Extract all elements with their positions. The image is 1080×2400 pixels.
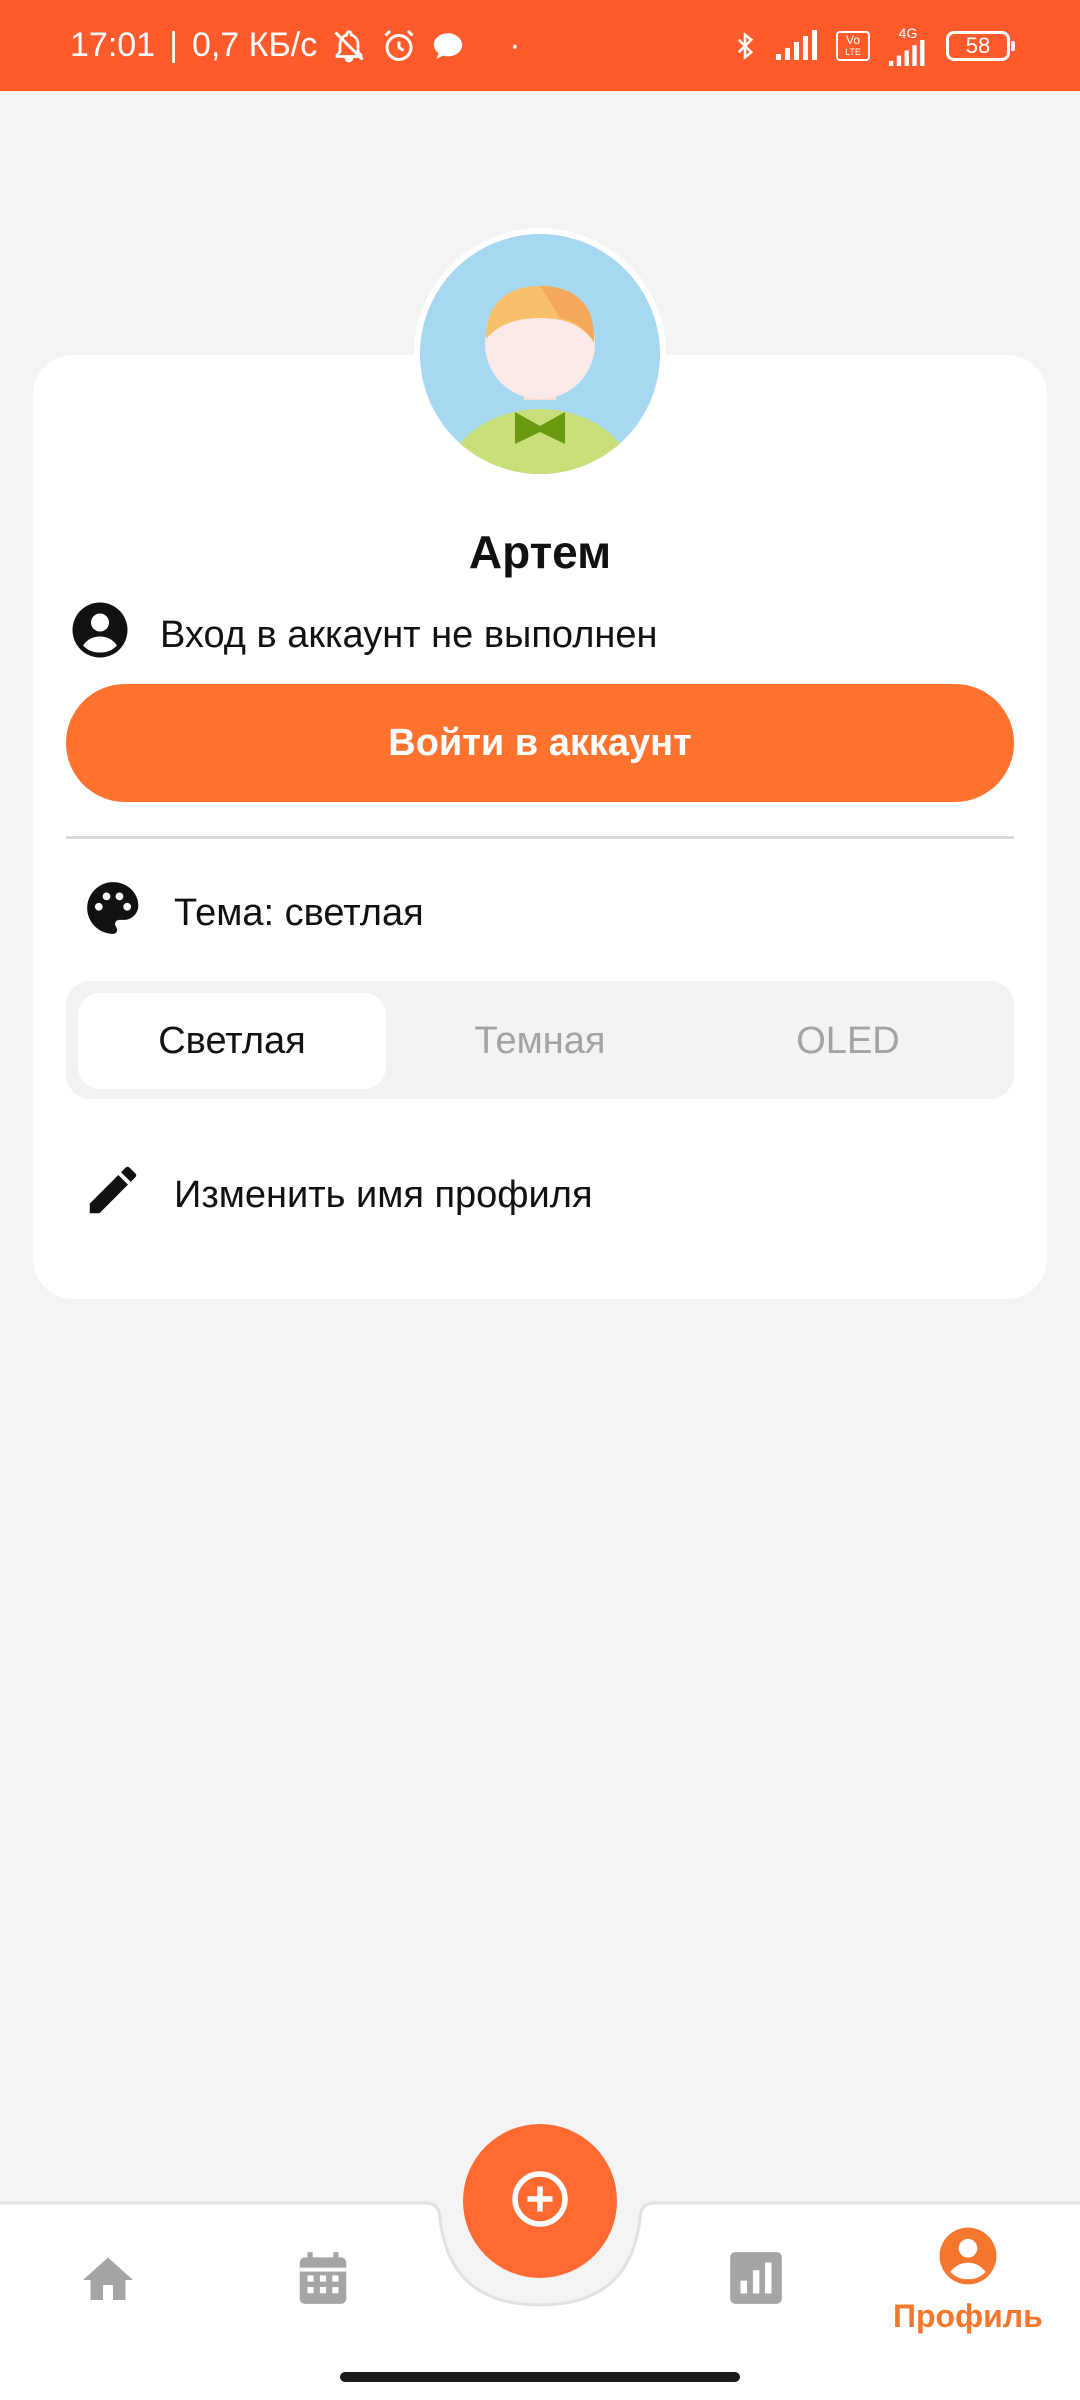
volte-badge: Vo LTE	[836, 30, 870, 61]
theme-label: Тема: светлая	[174, 891, 424, 934]
status-right: Vo LTE 4G 58	[730, 0, 1015, 91]
status-time: 17:01	[70, 26, 156, 64]
alarm-icon	[381, 28, 417, 64]
palette-icon	[82, 877, 144, 949]
nav-home[interactable]	[78, 2250, 138, 2315]
home-indicator[interactable]	[340, 2372, 740, 2382]
status-bar: 17:01 | 0,7 КБ/с · Vo LTE 4G 58	[0, 0, 1080, 91]
edit-profile-name-label: Изменить имя профиля	[174, 1173, 593, 1216]
volte-top: Vo	[845, 32, 860, 47]
battery-icon: 58	[946, 30, 1015, 61]
theme-option-light[interactable]: Светлая	[78, 993, 386, 1089]
theme-option-oled[interactable]: OLED	[694, 993, 1002, 1089]
divider	[66, 836, 1014, 839]
profile-name: Артем	[468, 526, 612, 578]
pencil-icon	[82, 1159, 144, 1231]
battery-level: 58	[965, 32, 991, 58]
mobile-data: 4G	[884, 26, 932, 66]
theme-option-dark[interactable]: Темная	[386, 993, 694, 1089]
calendar-icon	[292, 2247, 354, 2314]
theme-selector: Светлая Темная OLED	[66, 981, 1014, 1099]
muted-bell-icon	[331, 28, 367, 64]
profile-card	[33, 355, 1047, 1299]
volte-bottom: LTE	[845, 46, 861, 57]
add-circle-icon	[510, 2169, 570, 2234]
status-left: 17:01 | 0,7 КБ/с ·	[70, 0, 521, 91]
nav-profile[interactable]: Профиль	[893, 2225, 1043, 2335]
account-circle-icon	[70, 600, 130, 670]
status-dot: ·	[509, 26, 521, 64]
theme-row: Тема: светлая	[82, 878, 424, 948]
nav-statistics[interactable]	[725, 2247, 787, 2314]
status-separator: |	[169, 26, 178, 64]
add-button[interactable]	[463, 2124, 617, 2278]
network-speed: 0,7 КБ/с	[191, 26, 318, 64]
stats-icon	[725, 2247, 787, 2314]
login-status-text: Вход в аккаунт не выполнен	[160, 613, 658, 656]
message-icon	[431, 29, 465, 63]
avatar-illustration	[420, 234, 660, 474]
login-status: Вход в аккаунт не выполнен	[70, 602, 658, 665]
network-type: 4G	[898, 24, 918, 41]
profile-icon	[937, 2225, 999, 2292]
nav-calendar[interactable]	[292, 2247, 354, 2314]
bluetooth-icon	[730, 26, 760, 66]
nav-profile-label: Профиль	[893, 2298, 1043, 2334]
edit-profile-name-row[interactable]: Изменить имя профиля	[82, 1160, 593, 1230]
login-button[interactable]: Войти в аккаунт	[66, 684, 1014, 802]
signal-icon	[774, 29, 822, 62]
home-icon	[78, 2250, 138, 2315]
avatar[interactable]	[414, 228, 666, 480]
